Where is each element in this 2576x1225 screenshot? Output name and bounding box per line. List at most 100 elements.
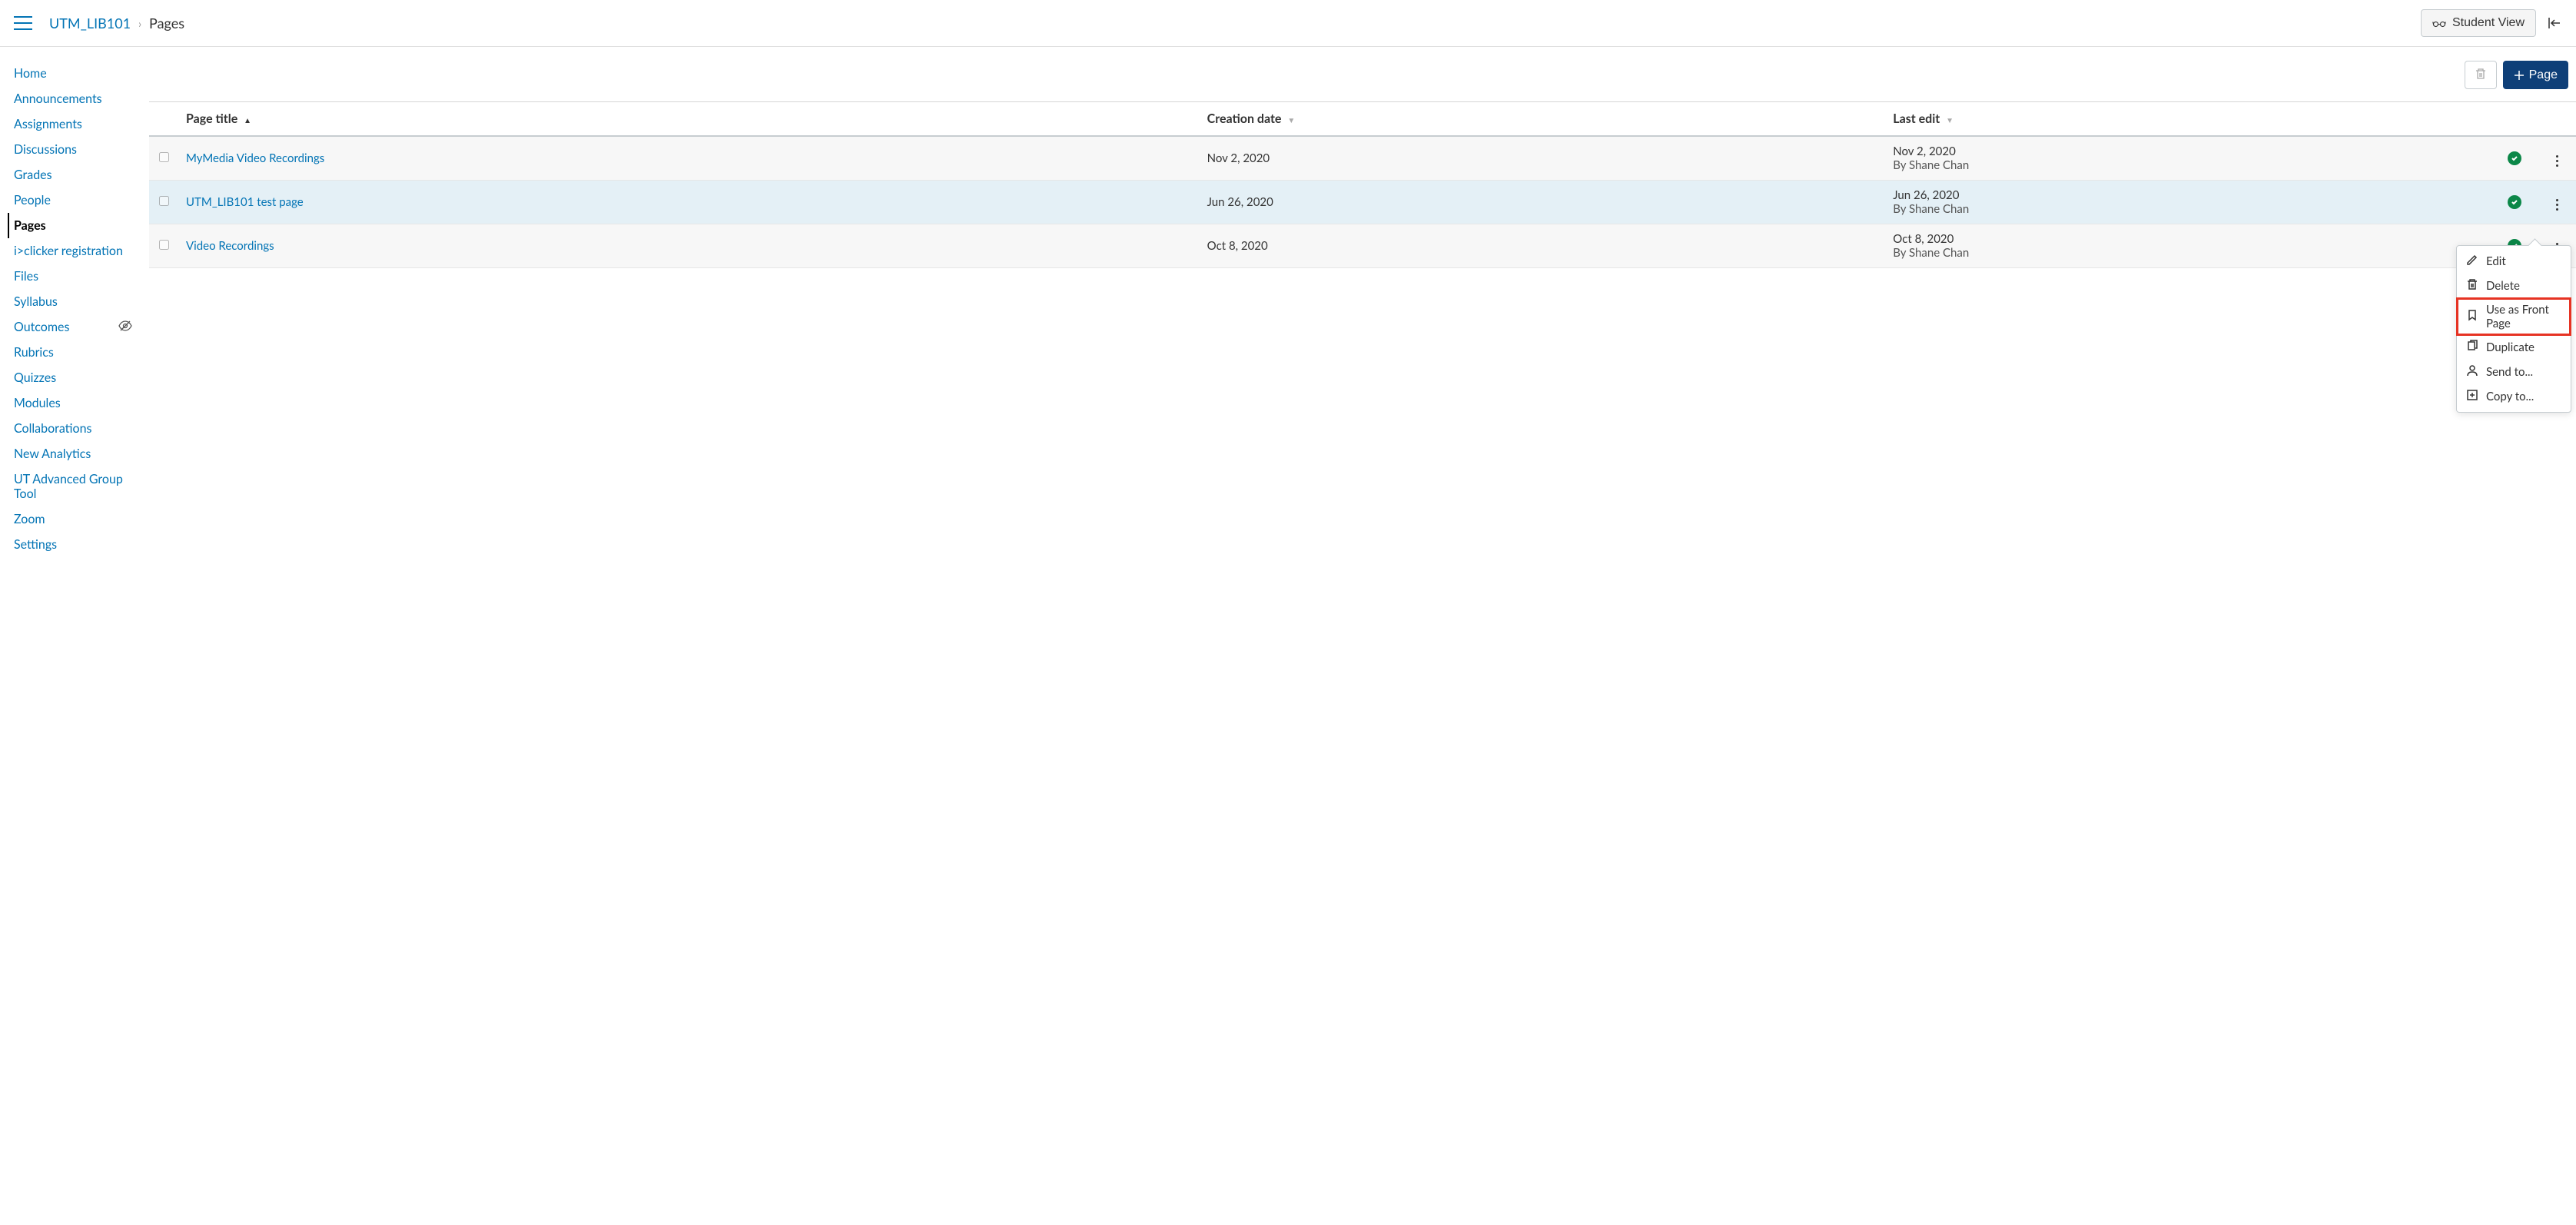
sort-indicator-icon: ▼ [1287,116,1295,125]
last-edit: Nov 2, 2020By Shane Chan [1885,136,2491,181]
user-icon [2466,364,2478,380]
trash-icon [2475,68,2487,80]
context-menu-item[interactable]: Send to... [2457,360,2571,384]
trash-icon [2466,278,2478,294]
hidden-eye-icon [118,320,132,334]
main-layout: Home Announcements Assignments Discussions G… [0,47,2576,571]
glasses-icon [2432,18,2446,28]
sidebar-link[interactable]: People [14,193,51,207]
pages-table: Page title ▲ Creation date ▼ Last edit ▼ [149,102,2576,268]
student-view-button[interactable]: Student View [2421,9,2536,37]
sidebar-item[interactable]: Zoom [14,506,138,532]
sidebar-link[interactable]: Home [14,66,47,81]
sidebar-item[interactable]: UT Advanced Group Tool [14,466,138,506]
creation-date: Nov 2, 2020 [1200,136,1886,181]
content-area: Page Page title ▲ Creation date ▼ [138,47,2576,571]
context-menu-item[interactable]: Duplicate [2457,335,2571,360]
page-title-link[interactable]: MyMedia Video Recordings [186,151,324,165]
sidebar-link[interactable]: New Analytics [14,447,91,461]
row-checkbox[interactable] [159,240,169,250]
sidebar-item[interactable]: Quizzes [14,365,138,390]
sidebar-link[interactable]: Grades [14,168,52,182]
context-menu-label: Copy to... [2486,390,2534,403]
collapse-panel-icon[interactable] [2547,15,2562,31]
delete-pages-button[interactable] [2465,61,2497,89]
bookmark-icon [2466,309,2478,324]
pages-table-wrap: Page title ▲ Creation date ▼ Last edit ▼ [149,101,2576,268]
context-menu-label: Delete [2486,279,2520,293]
sidebar-item[interactable]: Grades [14,162,138,188]
col-status [2491,102,2538,136]
course-sidebar: Home Announcements Assignments Discussions G… [0,47,138,571]
plus-icon [2514,70,2525,81]
context-menu-item[interactable]: Use as Front Page [2457,298,2571,335]
sidebar-item[interactable]: Assignments [14,111,138,137]
context-menu-label: Send to... [2486,365,2533,379]
sidebar-item[interactable]: Pages [8,213,138,238]
col-creation-date[interactable]: Creation date ▼ [1200,102,1886,136]
sidebar-link[interactable]: i>clicker registration [14,244,123,258]
sidebar-link[interactable]: Discussions [14,142,77,157]
sidebar-link[interactable]: Announcements [14,91,102,106]
breadcrumb-course-link[interactable]: UTM_LIB101 [49,15,131,32]
sidebar-item[interactable]: Syllabus [14,289,138,314]
page-title-link[interactable]: UTM_LIB101 test page [186,195,304,209]
context-menu-item[interactable]: Delete [2457,274,2571,298]
sidebar-link[interactable]: Modules [14,396,61,410]
col-last-edit[interactable]: Last edit ▼ [1885,102,2491,136]
sidebar-item[interactable]: Home [14,61,138,86]
add-page-button[interactable]: Page [2503,61,2568,89]
header-actions: Student View [2421,9,2562,37]
sidebar-link[interactable]: Assignments [14,117,82,131]
row-checkbox[interactable] [159,196,169,206]
published-check-icon[interactable] [2508,151,2521,165]
sidebar-item[interactable]: People [14,188,138,213]
table-row: UTM_LIB101 test pageJun 26, 2020Jun 26, … [149,181,2576,224]
col-page-title-label: Page title [186,111,237,126]
context-menu-item[interactable]: Copy to... [2457,384,2571,409]
sidebar-link[interactable]: Settings [14,537,57,552]
last-edit: Oct 8, 2020By Shane Chan [1885,224,2491,268]
sidebar-item[interactable]: New Analytics [14,441,138,466]
sidebar-link[interactable]: Quizzes [14,370,56,385]
col-page-title[interactable]: Page title ▲ [178,102,1200,136]
sidebar-link[interactable]: Syllabus [14,294,58,309]
sidebar-item[interactable]: Discussions [14,137,138,162]
published-check-icon[interactable] [2508,195,2521,209]
sidebar-link[interactable]: Pages [14,218,46,233]
sidebar-link[interactable]: Collaborations [14,421,91,436]
page-title-link[interactable]: Video Recordings [186,239,274,253]
sidebar-link[interactable]: UT Advanced Group Tool [14,472,138,501]
sidebar-link[interactable]: Rubrics [14,345,54,360]
sidebar-item[interactable]: Files [14,264,138,289]
hamburger-menu-icon[interactable] [14,16,32,30]
table-row: Video RecordingsOct 8, 2020Oct 8, 2020By… [149,224,2576,268]
sidebar-link[interactable]: Zoom [14,512,45,526]
sidebar-link[interactable]: Outcomes [14,320,69,334]
breadcrumb: UTM_LIB101 › Pages [49,15,2421,32]
row-menu-button[interactable] [2550,196,2564,214]
breadcrumb-current: Pages [149,15,184,32]
sort-asc-icon: ▲ [244,116,251,125]
sidebar-item[interactable]: Rubrics [14,340,138,365]
sidebar-item[interactable]: i>clicker registration [14,238,138,264]
duplicate-icon [2466,340,2478,355]
col-actions [2538,102,2576,136]
context-menu-item[interactable]: Edit [2457,249,2571,274]
sidebar-link[interactable]: Files [14,269,38,284]
row-checkbox[interactable] [159,152,169,162]
context-menu-label: Duplicate [2486,340,2535,354]
col-last-edit-label: Last edit [1893,111,1940,126]
sidebar-item[interactable]: Collaborations [14,416,138,441]
table-row: MyMedia Video Recordings Nov 2, 2020Nov 2… [149,136,2576,181]
breadcrumb-separator: › [138,17,141,30]
sidebar-item[interactable]: Modules [14,390,138,416]
sidebar-item[interactable]: Outcomes [14,314,138,340]
sort-indicator-icon: ▼ [1946,116,1954,125]
student-view-label: Student View [2452,16,2525,30]
page-header: UTM_LIB101 › Pages Student View [0,0,2576,47]
sidebar-item[interactable]: Announcements [14,86,138,111]
row-menu-button[interactable] [2550,152,2564,170]
col-creation-label: Creation date [1207,111,1282,126]
sidebar-item[interactable]: Settings [14,532,138,557]
